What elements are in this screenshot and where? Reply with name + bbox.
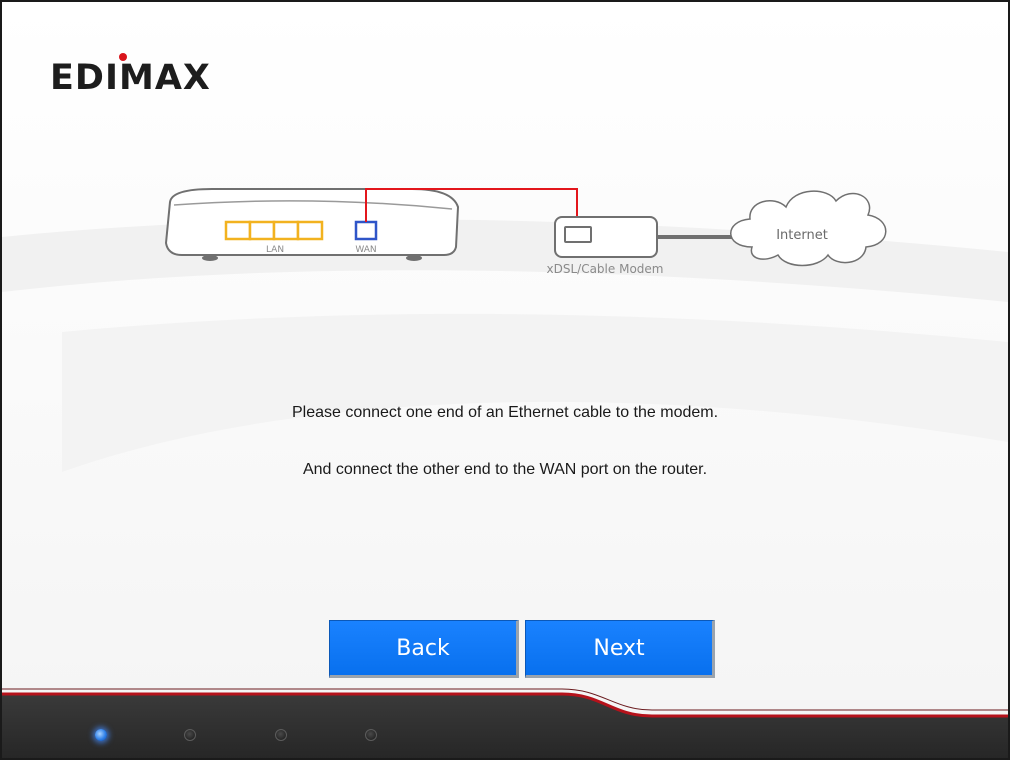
step-indicator-1 <box>95 729 107 741</box>
step-indicator-2 <box>184 729 196 741</box>
modem-label: xDSL/Cable Modem <box>547 262 664 276</box>
connection-diagram: LAN WAN xDSL/Cable Modem Internet <box>164 188 887 276</box>
footer-bar <box>2 688 1008 758</box>
instructions: Please connect one end of an Ethernet ca… <box>2 401 1008 482</box>
instruction-line-2: And connect the other end to the WAN por… <box>302 461 708 478</box>
router-illustration: LAN WAN <box>164 188 460 261</box>
logo-red-dot <box>119 53 127 61</box>
setup-wizard-window: EDIMAX LAN WAN xDSL/Cable Modem Internet… <box>0 0 1010 760</box>
wan-port <box>354 220 378 241</box>
instruction-line-1: Please connect one end of an Ethernet ca… <box>291 404 719 421</box>
modem-illustration: xDSL/Cable Modem <box>547 216 664 276</box>
next-button[interactable]: Next <box>525 620 715 678</box>
step-indicator-3 <box>275 729 287 741</box>
back-button[interactable]: Back <box>329 620 519 678</box>
lan-ports <box>224 220 324 241</box>
edimax-logo: EDIMAX <box>50 58 211 98</box>
background-swoosh <box>2 219 1008 472</box>
wan-label: WAN <box>355 245 376 255</box>
step-indicator-4 <box>365 729 377 741</box>
lan-label: LAN <box>266 245 284 255</box>
internet-label: Internet <box>776 228 828 243</box>
internet-cloud: Internet <box>730 190 887 267</box>
